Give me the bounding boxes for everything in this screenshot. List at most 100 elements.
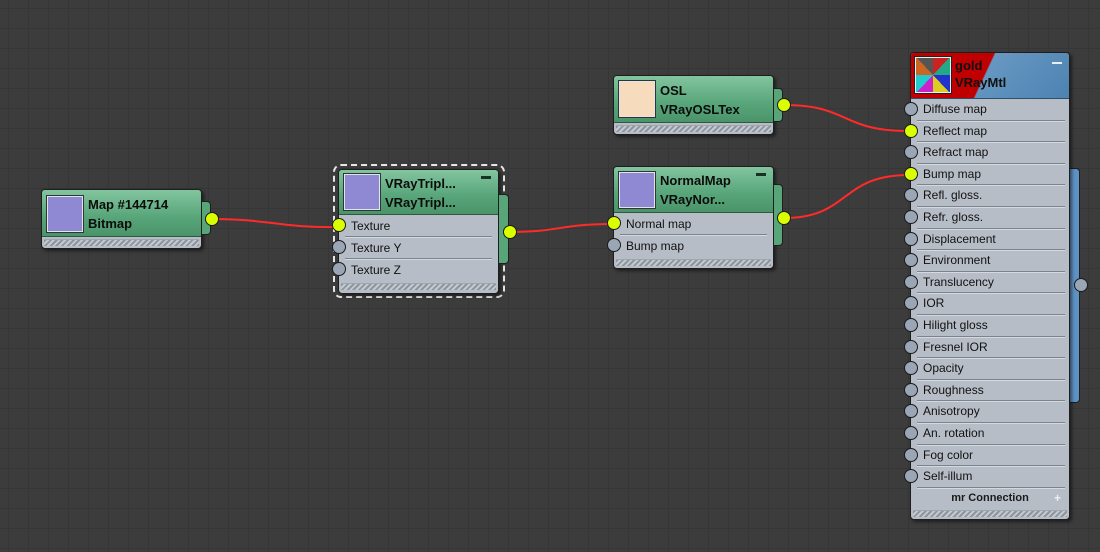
- material-slot-port[interactable]: [904, 317, 918, 332]
- material-slot[interactable]: IOR: [904, 293, 1065, 315]
- material-slot-port[interactable]: [904, 339, 918, 354]
- material-thumbnail: [914, 56, 952, 94]
- normalmap-node-header[interactable]: NormalMap VRayNor...: [614, 167, 773, 213]
- triplanar-node[interactable]: VRayTripl... VRayTripl... Texture Textur…: [332, 169, 499, 294]
- material-slot[interactable]: Refl. gloss.: [904, 185, 1065, 207]
- port-texture-z[interactable]: [332, 262, 346, 276]
- material-slot-port[interactable]: [904, 382, 918, 397]
- material-slot-port[interactable]: [904, 123, 918, 138]
- slot-texture-y-label: Texture Y: [351, 241, 402, 255]
- normalmap-minimize-button[interactable]: [756, 173, 766, 176]
- material-slot-port[interactable]: [904, 166, 918, 181]
- triplanar-node-header[interactable]: VRayTripl... VRayTripl...: [339, 170, 498, 215]
- slot-bump-map-normal[interactable]: Bump map: [607, 235, 767, 257]
- material-node-header[interactable]: gold VRayMtl: [911, 53, 1069, 99]
- wire-normalmap-to-bump[interactable]: [783, 174, 910, 219]
- material-slot[interactable]: Refract map: [904, 142, 1065, 164]
- slot-texture-y[interactable]: Texture Y: [332, 237, 492, 259]
- slot-bump-map-normal-label: Bump map: [626, 239, 685, 253]
- material-slot-port[interactable]: [904, 209, 918, 224]
- material-slot[interactable]: An. rotation: [904, 423, 1065, 445]
- material-slot[interactable]: Reflect map: [904, 121, 1065, 143]
- port-bump-map-normal[interactable]: [607, 238, 621, 252]
- port-normal-map[interactable]: [607, 216, 621, 230]
- normalmap-node[interactable]: NormalMap VRayNor... Normal map Bump map: [607, 166, 774, 269]
- osl-node-footer: [616, 125, 771, 132]
- material-slot-port[interactable]: [904, 274, 918, 289]
- osl-node-name: OSL: [660, 83, 687, 98]
- slot-normal-map[interactable]: Normal map: [607, 213, 767, 235]
- material-slot-label: Diffuse map: [923, 102, 987, 116]
- material-slot[interactable]: Opacity: [904, 358, 1065, 380]
- material-slot[interactable]: Fresnel IOR: [904, 337, 1065, 359]
- material-slot[interactable]: Diffuse map: [904, 99, 1065, 121]
- material-slot[interactable]: Anisotropy: [904, 401, 1065, 423]
- wire-triplanar-to-normalmap[interactable]: [509, 223, 613, 233]
- material-output-port[interactable]: [1074, 278, 1088, 292]
- triplanar-output-port[interactable]: [503, 225, 517, 239]
- slot-texture[interactable]: Texture: [332, 215, 492, 237]
- material-slot-port[interactable]: [904, 102, 918, 116]
- material-node-title: gold VRayMtl: [955, 57, 1006, 91]
- material-slot-label: Opacity: [923, 361, 964, 376]
- bitmap-node-title: Map #144714 Bitmap: [88, 195, 168, 233]
- port-texture-y[interactable]: [332, 240, 346, 254]
- triplanar-node-name: VRayTripl...: [385, 176, 456, 191]
- slot-texture-z[interactable]: Texture Z: [332, 259, 492, 281]
- material-slot-label: Hilight gloss: [923, 317, 988, 332]
- material-slot-port[interactable]: [904, 425, 918, 440]
- material-slot-port[interactable]: [904, 447, 918, 462]
- expand-plus-icon[interactable]: +: [1054, 490, 1061, 506]
- triplanar-thumbnail: [343, 173, 381, 211]
- osl-thumbnail: [618, 80, 656, 118]
- triplanar-minimize-button[interactable]: [481, 176, 491, 179]
- material-slot[interactable]: Fog color: [904, 445, 1065, 467]
- material-slot-port[interactable]: [904, 296, 918, 311]
- wire-bitmap-to-triplanar[interactable]: [211, 218, 340, 229]
- material-slot-list: Diffuse map Reflect map Refract map Bump ma…: [904, 99, 1069, 488]
- material-slot-label: Self-illum: [923, 469, 973, 484]
- material-slot[interactable]: Translucency: [904, 272, 1065, 294]
- material-slot[interactable]: Self-illum: [904, 466, 1065, 488]
- material-slot-port[interactable]: [904, 145, 918, 160]
- osl-output-port[interactable]: [777, 98, 791, 112]
- triplanar-node-type: VRayTripl...: [385, 195, 456, 210]
- osl-node[interactable]: OSL VRayOSLTex: [613, 75, 774, 135]
- bitmap-node-header[interactable]: Map #144714 Bitmap: [42, 190, 201, 237]
- material-slot[interactable]: Hilight gloss: [904, 315, 1065, 337]
- port-texture[interactable]: [332, 218, 346, 232]
- material-slot[interactable]: Roughness: [904, 380, 1065, 402]
- material-slot[interactable]: Refr. gloss.: [904, 207, 1065, 229]
- bitmap-thumbnail: [46, 195, 84, 233]
- material-slot-label: An. rotation: [923, 425, 985, 440]
- material-slot-label: Refl. gloss.: [923, 188, 983, 203]
- normalmap-node-footer: [616, 259, 771, 266]
- material-minimize-button[interactable]: [1052, 62, 1062, 64]
- bitmap-output-port[interactable]: [205, 212, 219, 226]
- wire-osl-to-reflect[interactable]: [783, 104, 910, 132]
- material-slot-port[interactable]: [904, 253, 918, 268]
- material-slot[interactable]: Displacement: [904, 229, 1065, 251]
- material-slot-label: Reflect map: [923, 123, 988, 138]
- osl-node-header[interactable]: OSL VRayOSLTex: [614, 76, 773, 123]
- normalmap-thumbnail: [618, 171, 656, 209]
- normalmap-node-type: VRayNor...: [660, 192, 726, 207]
- bitmap-node[interactable]: Map #144714 Bitmap: [41, 189, 202, 249]
- material-node[interactable]: gold VRayMtl Diffuse map Reflect map Refra…: [904, 52, 1070, 520]
- mr-connection-rollout[interactable]: mr Connection +: [915, 490, 1065, 508]
- mr-connection-label: mr Connection: [951, 491, 1029, 504]
- material-slot-label: Fresnel IOR: [923, 339, 988, 354]
- material-slot-port[interactable]: [904, 231, 918, 246]
- material-slot[interactable]: Bump map: [904, 164, 1065, 186]
- bitmap-node-name: Map #144714: [88, 197, 169, 212]
- material-slot-label: Anisotropy: [923, 404, 980, 419]
- normalmap-node-name: NormalMap: [660, 173, 731, 188]
- material-slot-label: IOR: [923, 296, 945, 311]
- normalmap-output-port[interactable]: [777, 211, 791, 225]
- material-slot-port[interactable]: [904, 188, 918, 203]
- material-slot[interactable]: Environment: [904, 250, 1065, 272]
- material-slot-label: Translucency: [923, 274, 994, 289]
- material-slot-port[interactable]: [904, 361, 918, 376]
- material-slot-port[interactable]: [904, 404, 918, 419]
- material-slot-port[interactable]: [904, 469, 918, 484]
